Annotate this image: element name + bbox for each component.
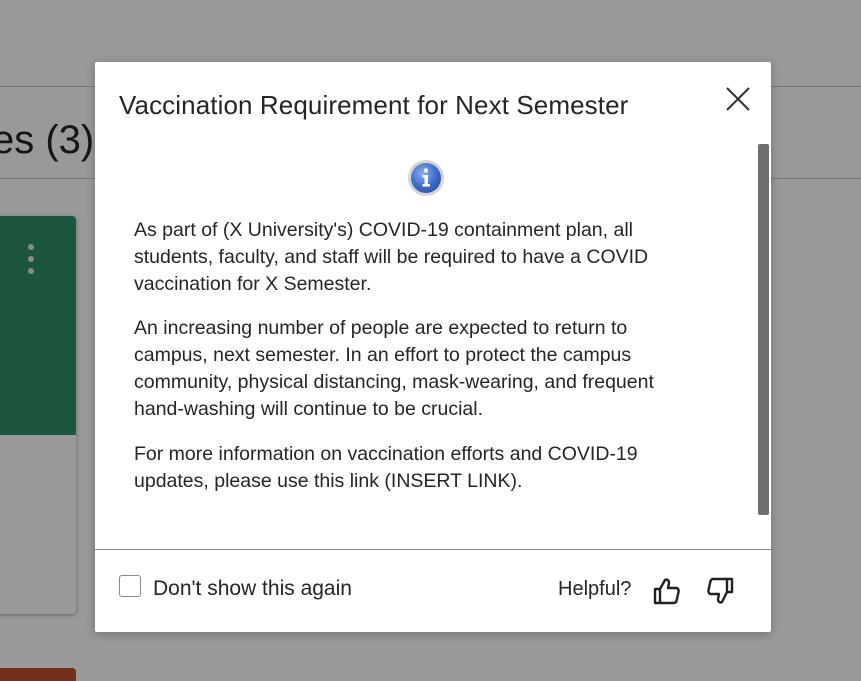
announcement-modal: Vaccination Requirement for Next Semeste…	[95, 62, 771, 632]
scrollbar[interactable]	[758, 144, 769, 515]
scrollbar-thumb[interactable]	[758, 144, 769, 515]
close-button[interactable]	[723, 84, 753, 114]
modal-paragraph: An increasing number of people are expec…	[134, 317, 654, 420]
info-icon	[407, 159, 445, 197]
dont-show-again-label[interactable]: Don't show this again	[153, 577, 352, 601]
thumbs-down-icon	[707, 577, 734, 604]
thumbs-up-button[interactable]	[651, 575, 683, 607]
dont-show-again-checkbox[interactable]	[119, 575, 141, 597]
helpful-label: Helpful?	[558, 578, 632, 600]
modal-paragraph: For more information on vaccination effo…	[134, 443, 638, 492]
close-icon	[726, 87, 750, 111]
modal-paragraph: As part of (X University's) COVID-19 con…	[134, 219, 649, 295]
thumbs-down-button[interactable]	[704, 575, 736, 607]
footer-divider	[95, 549, 771, 550]
thumbs-up-icon	[653, 578, 680, 605]
modal-title: Vaccination Requirement for Next Semeste…	[119, 90, 629, 120]
